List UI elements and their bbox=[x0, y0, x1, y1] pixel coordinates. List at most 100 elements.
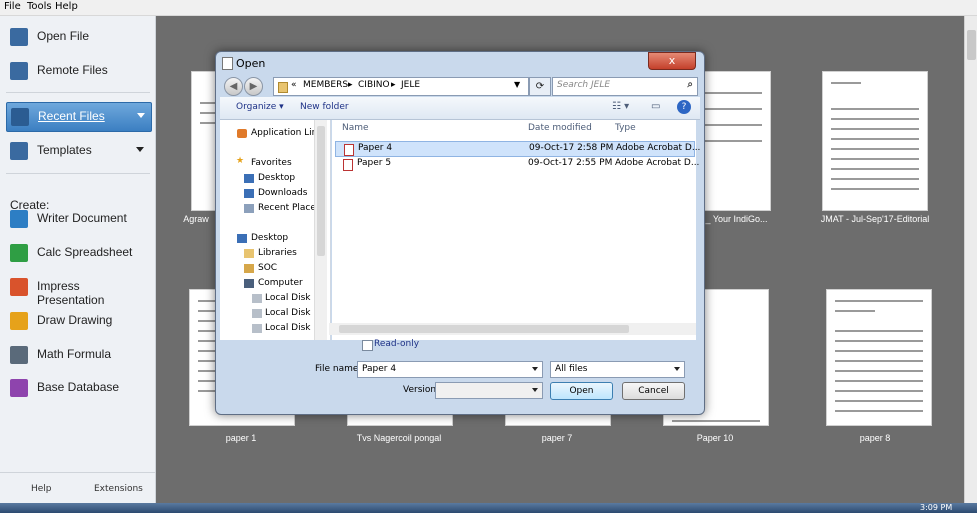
thumbnail-caption: Paper 10 bbox=[696, 433, 734, 443]
application-links-icon bbox=[237, 129, 247, 138]
column-name-header[interactable]: Name bbox=[342, 123, 369, 133]
checkbox[interactable] bbox=[362, 340, 373, 351]
recent-files-button[interactable]: Recent Files bbox=[6, 102, 152, 132]
file-name-input[interactable]: Paper 4 bbox=[357, 361, 543, 378]
templates-label: Templates bbox=[37, 143, 92, 157]
menu-help[interactable]: Help bbox=[55, 1, 78, 12]
breadcrumb-jele[interactable]: JELE bbox=[401, 80, 420, 90]
menu-tools[interactable]: Tools bbox=[27, 1, 52, 12]
column-date-header[interactable]: Date modified bbox=[528, 123, 592, 133]
writer-label: Writer Document bbox=[37, 211, 127, 225]
thumbnail-caption: d_ Your IndiGo... bbox=[700, 214, 768, 224]
file-type-filter-value: All files bbox=[555, 364, 588, 374]
chevron-down-icon[interactable] bbox=[136, 147, 144, 152]
view-options-icon[interactable]: ☷ ▾ bbox=[612, 101, 629, 112]
open-file-button[interactable]: Open File bbox=[6, 23, 150, 51]
breadcrumb-chevron[interactable]: « bbox=[291, 80, 297, 90]
version-label: Version bbox=[403, 385, 437, 395]
templates-button[interactable]: Templates bbox=[6, 137, 150, 165]
breadcrumb-separator: ▸ bbox=[391, 80, 396, 90]
forward-icon[interactable]: ▶ bbox=[244, 77, 263, 96]
file-type: Adobe Acrobat D... bbox=[616, 143, 701, 153]
file-row[interactable]: Paper 5 09-Oct-17 2:55 PM Adobe Acrobat … bbox=[335, 157, 699, 171]
open-dialog: Open x ◀ ▶ « MEMBERS ▸ CIBINO ▸ JELE ▼ ⟳… bbox=[215, 51, 705, 415]
read-only-label: Read-only bbox=[374, 339, 420, 349]
navigation-scrollbar[interactable] bbox=[314, 120, 327, 340]
base-database-button[interactable]: Base Database bbox=[6, 374, 150, 402]
preview-pane-icon[interactable]: ▭ bbox=[651, 101, 660, 112]
search-input[interactable]: Search JELE ⌕ bbox=[552, 77, 698, 96]
recent-doc-thumbnail[interactable] bbox=[826, 289, 932, 426]
menu-file[interactable]: File bbox=[4, 1, 21, 12]
pdf-file-icon bbox=[344, 144, 354, 156]
clock: 3:09 PM bbox=[920, 503, 953, 512]
math-formula-button[interactable]: Math Formula bbox=[6, 341, 150, 369]
open-file-label: Open File bbox=[37, 29, 90, 43]
impress-presentation-button[interactable]: Impress Presentation bbox=[6, 273, 150, 307]
chevron-down-icon[interactable]: ▼ bbox=[514, 80, 520, 89]
nav-libraries[interactable]: Libraries bbox=[258, 248, 297, 258]
breadcrumb-cibino[interactable]: CIBINO bbox=[358, 80, 390, 90]
disk-icon bbox=[252, 324, 262, 333]
extensions-button[interactable]: Extensions bbox=[94, 484, 143, 494]
draw-drawing-button[interactable]: Draw Drawing bbox=[6, 307, 150, 335]
thumbnail-caption: JMAT - Jul-Sep'17-Editorial bbox=[820, 214, 930, 224]
calc-icon bbox=[10, 244, 28, 262]
file-type-filter[interactable]: All files bbox=[550, 361, 685, 378]
close-button[interactable]: x bbox=[648, 52, 696, 70]
file-name-label: File name: bbox=[315, 364, 362, 374]
organize-button[interactable]: Organize ▾ bbox=[236, 102, 284, 112]
nav-recent-places[interactable]: Recent Places bbox=[258, 203, 321, 213]
computer-icon bbox=[244, 279, 254, 288]
column-type-header[interactable]: Type bbox=[615, 123, 636, 133]
user-folder-icon bbox=[244, 264, 254, 273]
file-date: 09-Oct-17 2:55 PM bbox=[528, 158, 613, 168]
help-button[interactable]: Help bbox=[31, 484, 52, 494]
search-icon: ⌕ bbox=[687, 79, 693, 90]
open-button[interactable]: Open bbox=[550, 382, 613, 400]
new-folder-button[interactable]: New folder bbox=[300, 102, 349, 112]
nav-desktop[interactable]: Desktop bbox=[258, 173, 295, 183]
main-scrollbar[interactable] bbox=[964, 16, 977, 503]
chevron-down-icon[interactable] bbox=[674, 367, 680, 371]
nav-soc[interactable]: SOC bbox=[258, 263, 277, 273]
writer-document-button[interactable]: Writer Document bbox=[6, 205, 150, 233]
remote-files-button[interactable]: Remote Files bbox=[6, 57, 150, 85]
recent-doc-thumbnail[interactable] bbox=[822, 71, 928, 211]
dialog-title: Open bbox=[236, 57, 266, 70]
refresh-button[interactable]: ⟳ bbox=[529, 77, 551, 96]
breadcrumb-members[interactable]: MEMBERS bbox=[303, 80, 348, 90]
folder-icon bbox=[278, 82, 288, 93]
sidebar-divider bbox=[6, 92, 150, 93]
chevron-down-icon[interactable] bbox=[532, 367, 538, 371]
file-row[interactable]: Paper 4 09-Oct-17 2:58 PM Adobe Acrobat … bbox=[335, 141, 700, 157]
disk-icon bbox=[252, 294, 262, 303]
calc-spreadsheet-button[interactable]: Calc Spreadsheet bbox=[6, 239, 150, 267]
cancel-button[interactable]: Cancel bbox=[622, 382, 685, 400]
address-bar[interactable]: « MEMBERS ▸ CIBINO ▸ JELE ▼ bbox=[273, 77, 529, 96]
menubar: File Tools Help bbox=[0, 0, 977, 16]
back-icon[interactable]: ◀ bbox=[224, 77, 243, 96]
math-icon bbox=[10, 346, 28, 364]
downloads-icon bbox=[244, 189, 254, 198]
nav-downloads[interactable]: Downloads bbox=[258, 188, 307, 198]
taskbar: 3:09 PM bbox=[0, 503, 977, 513]
desktop-icon bbox=[237, 234, 247, 243]
nav-computer[interactable]: Computer bbox=[258, 278, 303, 288]
chevron-down-icon[interactable] bbox=[532, 388, 538, 392]
calc-label: Calc Spreadsheet bbox=[37, 245, 133, 259]
chevron-down-icon[interactable] bbox=[137, 113, 145, 118]
version-select[interactable] bbox=[435, 382, 543, 399]
impress-label: Impress Presentation bbox=[37, 279, 105, 307]
file-type: Adobe Acrobat D... bbox=[615, 158, 700, 168]
file-date: 09-Oct-17 2:58 PM bbox=[529, 143, 614, 153]
file-name-value: Paper 4 bbox=[362, 364, 397, 374]
help-icon[interactable]: ? bbox=[677, 100, 691, 114]
file-name: Paper 5 bbox=[357, 158, 392, 168]
templates-icon bbox=[10, 142, 28, 160]
file-list-scrollbar[interactable] bbox=[329, 323, 696, 335]
draw-icon bbox=[10, 312, 28, 330]
folder-icon bbox=[10, 28, 28, 46]
nav-favorites[interactable]: Favorites bbox=[251, 158, 292, 168]
nav-desktop-root[interactable]: Desktop bbox=[251, 233, 288, 243]
